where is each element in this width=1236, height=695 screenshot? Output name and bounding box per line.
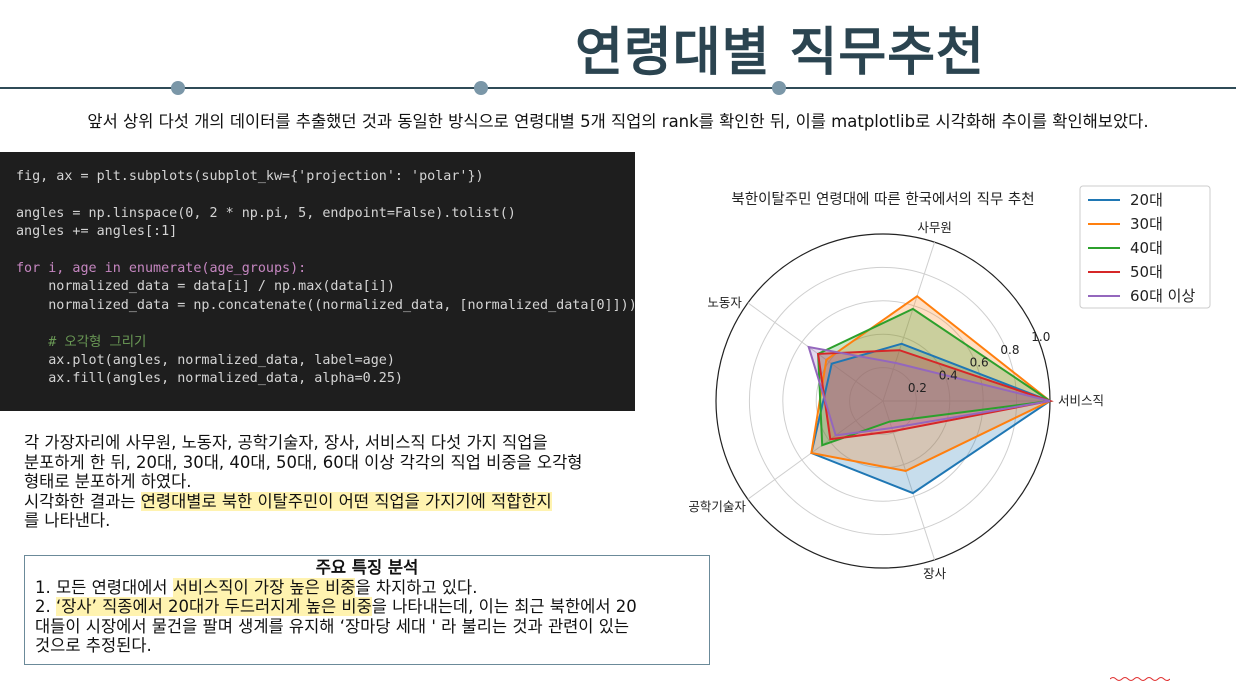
desc-line: 분포하게 한 뒤, 20대, 30대, 40대, 50대, 60대 이상 각각의… [24,452,583,472]
radar-chart: 북한이탈주민 연령대에 따른 한국에서의 직무 추천 0.2 0.4 0.6 0.8 1.… [688,185,1211,581]
page-title: 연령대별 직무추천 [575,23,985,83]
r-tick-label: 1.0 [1031,330,1050,344]
r-tick-label: 0.6 [970,356,989,370]
radar-chart-area: 북한이탈주민 연령대에 따른 한국에서의 직무 추천 0.2 0.4 0.6 0.8 1.… [640,172,1236,600]
code-comment: # 오각형 그리기 [16,334,147,350]
r-tick-label: 0.2 [908,381,927,395]
analysis-text: 것으로 추정된다. [35,636,152,655]
code-line: ax.plot(angles, normalized_data, label=a… [16,353,395,369]
desc-text: 시각화한 결과는 [24,491,141,511]
code-line: angles += angles[:1] [16,224,178,240]
analysis-point: 2. ‘장사’ 직종에서 20대가 두드러지게 높은 비중을 나타내는데, 이는… [35,597,699,617]
desc-line: 각 가장자리에 사무원, 노동자, 공학기술자, 장사, 서비스직 다섯 가지 … [24,433,548,452]
analysis-text: 2. [35,597,56,616]
code-line: fig, ax = plt.subplots(subplot_kw={'proj… [16,169,484,184]
category-label: 사무원 [917,220,952,235]
highlight-text: 연령대별로 북한 이탈주민이 어떤 직업을 가지기에 적합한지 [140,491,552,511]
spellcheck-squiggle [1110,677,1170,681]
highlight-text: 서비스직이 가장 높은 비중 [172,577,356,597]
analysis-point: 1. 모든 연령대에서 서비스직이 가장 높은 비중을 차지하고 있다. [35,577,699,598]
code-line: angles = np.linspace(0, 2 * np.pi, 5, en… [16,205,516,221]
code-line: for i, age in enumerate(age_groups): [16,261,307,277]
legend-label: 20대 [1130,191,1163,209]
category-label: 노동자 [707,295,742,310]
divider-dot [171,81,185,95]
description: 각 가장자리에 사무원, 노동자, 공학기술자, 장사, 서비스직 다섯 가지 … [24,433,624,531]
analysis-title: 주요 특징 분석 [315,558,419,577]
divider-dot [474,81,488,95]
title-divider [0,87,1236,89]
legend-label: 30대 [1130,215,1163,233]
analysis-text: 대들이 시장에서 물건을 팔며 생계를 유지해 ‘장마당 세대 ' 라 불리는 … [35,616,630,636]
r-tick-label: 0.4 [939,368,958,382]
chart-title: 북한이탈주민 연령대에 따른 한국에서의 직무 추천 [731,191,1034,208]
divider-dot [772,81,786,95]
code-block: fig, ax = plt.subplots(subplot_kw={'proj… [0,152,637,411]
analysis-box: 주요 특징 분석 1. 모든 연령대에서 서비스직이 가장 높은 비중을 차지하… [24,555,710,665]
code-line: normalized_data = data[i] / np.max(data[… [16,279,395,295]
category-label: 공학기술자 [688,499,746,514]
r-tick-label: 0.8 [1000,343,1019,357]
intro-text: 앞서 상위 다섯 개의 데이터를 추출했던 것과 동일한 방식으로 연령대별 5… [87,112,1149,131]
desc-line: 시각화한 결과는 연령대별로 북한 이탈주민이 어떤 직업을 가지기에 적합한지 [24,491,624,512]
legend-label: 50대 [1130,263,1163,281]
desc-line: 형태로 분포하게 하였다. [24,472,192,491]
highlight-text: ‘장사’ 직종에서 20대가 두드러지게 높은 비중 [56,597,372,616]
category-label: 장사 [923,566,947,581]
legend-label: 40대 [1130,239,1163,257]
code-line: normalized_data = np.concatenate((normal… [16,297,637,313]
code-line: ax.fill(angles, normalized_data, alpha=0… [16,371,403,387]
analysis-text: 을 차지하고 있다. [355,577,478,597]
category-label: 서비스직 [1058,393,1104,408]
analysis-text: 1. 모든 연령대에서 [35,577,173,597]
legend-label: 60대 이상 [1130,287,1195,305]
desc-line: 를 나타낸다. [24,511,111,530]
analysis-text: 을 나타내는데, 이는 최근 북한에서 20 [371,597,637,616]
